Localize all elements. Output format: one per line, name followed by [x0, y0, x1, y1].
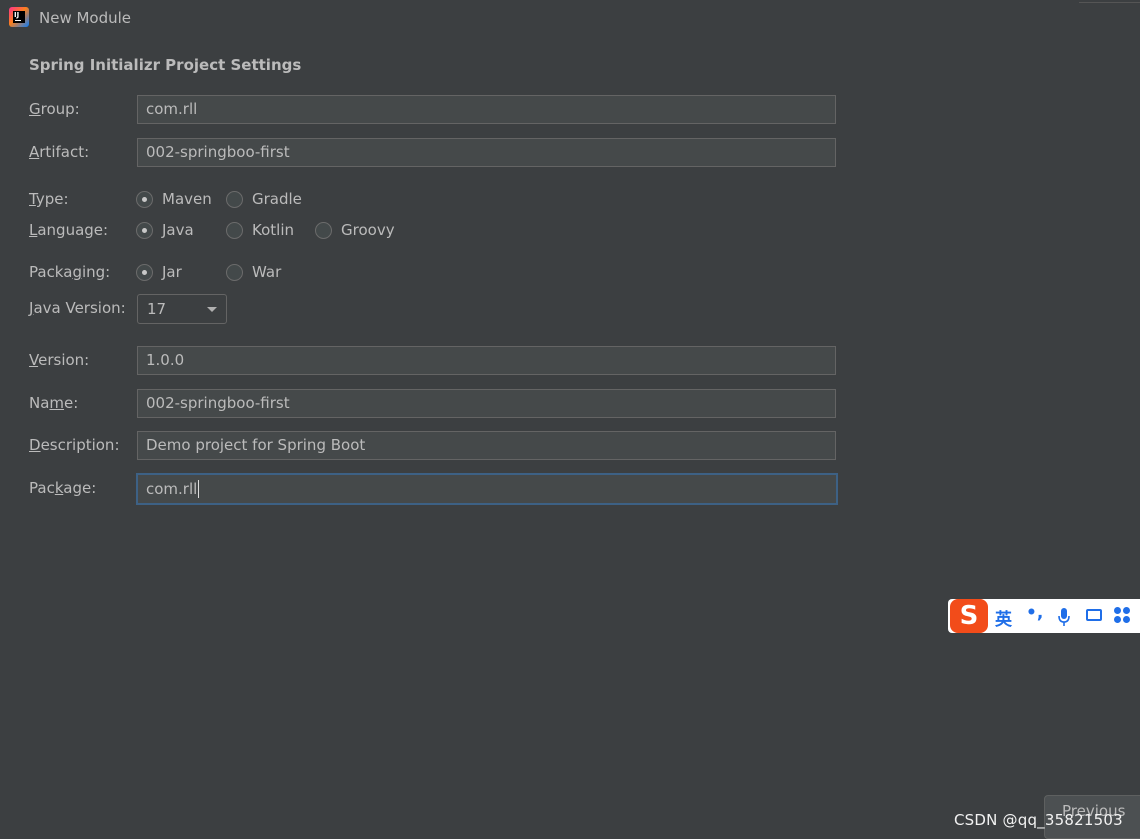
- language-radio-groovy[interactable]: Groovy: [315, 221, 395, 239]
- name-label: Name:: [29, 394, 79, 412]
- type-radio-maven[interactable]: Maven: [136, 190, 212, 208]
- group-label: Group:: [29, 100, 80, 118]
- radio-unchecked-icon: [226, 221, 243, 239]
- sogou-logo-icon[interactable]: S: [950, 599, 988, 633]
- keyboard-icon[interactable]: [1086, 609, 1102, 621]
- window-edge-divider: [1079, 2, 1140, 3]
- language-radio-kotlin[interactable]: Kotlin: [226, 221, 294, 239]
- microphone-icon[interactable]: [1057, 607, 1071, 627]
- package-label: Package:: [29, 479, 97, 497]
- packaging-radio-war[interactable]: War: [226, 263, 281, 281]
- java-version-dropdown[interactable]: 17: [137, 294, 227, 324]
- window-title: New Module: [39, 9, 132, 27]
- name-field[interactable]: 002-springboo-first: [137, 389, 836, 418]
- packaging-label: Packaging:: [29, 263, 111, 281]
- version-field[interactable]: 1.0.0: [137, 346, 836, 375]
- intellij-logo-icon: IJ: [9, 7, 29, 27]
- packaging-radio-jar[interactable]: Jar: [136, 263, 182, 281]
- artifact-field[interactable]: 002-springboo-first: [137, 138, 836, 167]
- description-label: Description:: [29, 436, 120, 454]
- group-field[interactable]: com.rll: [137, 95, 836, 124]
- radio-checked-icon: [136, 263, 153, 281]
- radio-checked-icon: [136, 190, 153, 208]
- title-bar: IJ New Module: [0, 0, 1140, 36]
- csdn-watermark: CSDN @qq_35821503: [954, 811, 1123, 829]
- radio-unchecked-icon: [226, 190, 243, 208]
- section-title: Spring Initializr Project Settings: [29, 56, 302, 74]
- ime-toolbar[interactable]: S 英 •,: [948, 599, 1140, 633]
- grid-icon[interactable]: [1114, 607, 1132, 625]
- version-label: Version:: [29, 351, 90, 369]
- type-label: Type:: [29, 190, 69, 208]
- text-caret: [198, 480, 200, 498]
- radio-checked-icon: [136, 221, 153, 239]
- language-radio-java[interactable]: Java: [136, 221, 194, 239]
- chevron-down-icon: [207, 307, 217, 312]
- java-version-label: Java Version:: [29, 299, 126, 317]
- artifact-label: Artifact:: [29, 143, 90, 161]
- language-label: Language:: [29, 221, 109, 239]
- ime-mode-toggle[interactable]: 英: [995, 605, 1012, 630]
- radio-unchecked-icon: [315, 221, 332, 239]
- package-field[interactable]: com.rll: [136, 473, 838, 505]
- description-field[interactable]: Demo project for Spring Boot: [137, 431, 836, 460]
- type-radio-gradle[interactable]: Gradle: [226, 190, 302, 208]
- ime-punctuation-toggle[interactable]: •,: [1026, 603, 1043, 623]
- radio-unchecked-icon: [226, 263, 243, 281]
